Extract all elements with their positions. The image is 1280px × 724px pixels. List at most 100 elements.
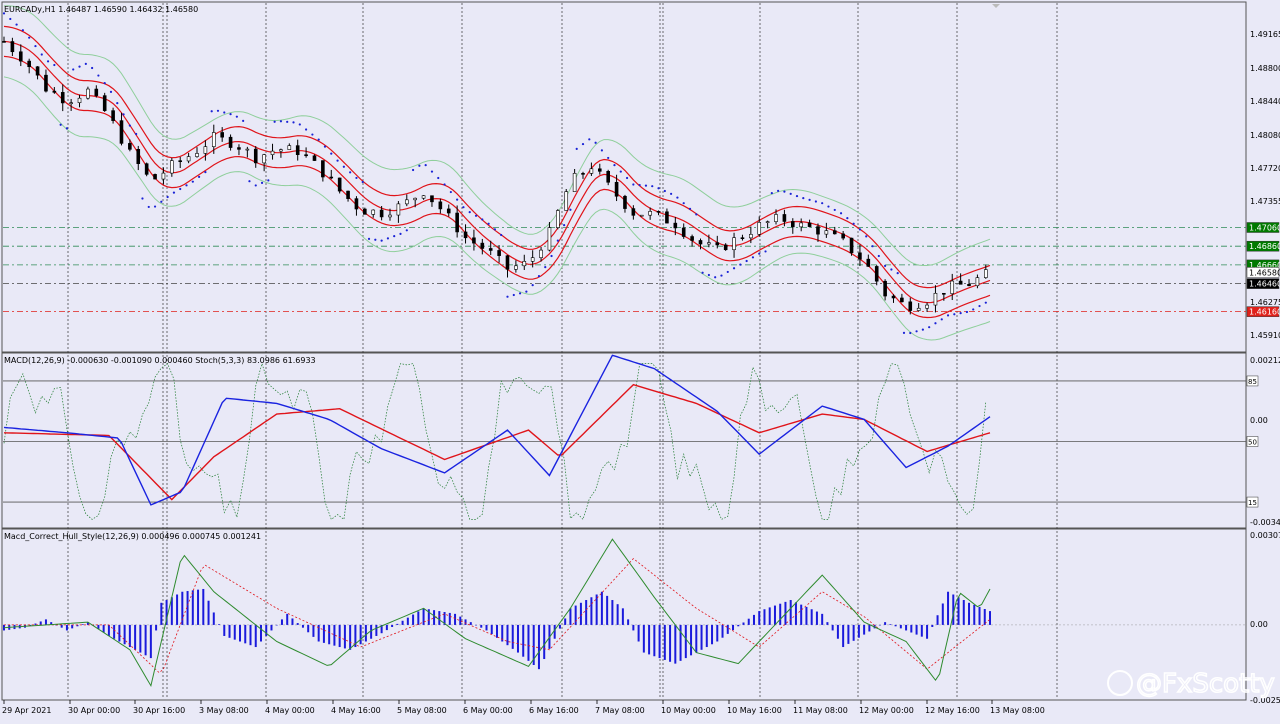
sar-dot <box>644 184 648 187</box>
histogram-bar <box>202 588 205 625</box>
main-y-tick: 1.48080 <box>1250 131 1280 140</box>
histogram-bar <box>836 624 839 639</box>
sar-dot <box>304 128 308 131</box>
histogram-bar <box>758 611 761 625</box>
histogram-bar <box>747 618 750 625</box>
histogram-bar <box>506 624 509 646</box>
sar-dot <box>9 17 12 21</box>
x-tick-label: 10 May 00:00 <box>661 706 716 715</box>
sar-dot <box>512 293 515 297</box>
candle-body <box>270 150 275 155</box>
sar-dot <box>852 222 855 225</box>
sar-dot <box>317 138 320 141</box>
sar-dot <box>563 224 566 227</box>
main-y-tick: 1.47720 <box>1250 164 1280 173</box>
sar-dot <box>877 254 880 258</box>
candle-body <box>262 154 266 164</box>
histogram-bar <box>737 624 740 627</box>
sar-dot <box>160 200 163 203</box>
histogram-bar <box>275 624 278 626</box>
sar-dot <box>493 228 497 231</box>
sar-dot <box>657 187 660 190</box>
hull-y-tick: 0.003071 <box>1250 531 1280 540</box>
candle-body <box>10 41 15 53</box>
sar-dot <box>795 194 799 198</box>
histogram-bar <box>590 597 593 625</box>
sar-dot <box>122 113 125 116</box>
sar-dot <box>116 102 119 105</box>
sar-dot <box>65 127 69 130</box>
candle-body <box>287 145 292 150</box>
sar-dot <box>518 292 522 295</box>
sar-dot <box>216 109 220 112</box>
sar-dot <box>953 313 956 316</box>
histogram-bar <box>894 624 897 627</box>
histogram-bar <box>511 624 514 649</box>
price-tag-label: 1.46160 <box>1249 308 1280 317</box>
histogram-bar <box>454 613 457 625</box>
candle-body <box>186 156 191 162</box>
candle-body <box>312 155 317 161</box>
sar-dot <box>632 183 635 186</box>
sar-dot <box>758 252 761 255</box>
histogram-bar <box>810 609 813 625</box>
main-y-tick: 1.48440 <box>1250 97 1280 106</box>
histogram-bar <box>322 624 325 643</box>
sar-dot <box>474 214 478 217</box>
candle-body <box>824 230 829 235</box>
candle-body <box>556 210 560 228</box>
histogram-bar <box>768 607 771 625</box>
histogram-bar <box>800 604 803 625</box>
histogram-bar <box>191 590 194 625</box>
sar-dot <box>531 284 534 287</box>
histogram-bar <box>642 624 645 653</box>
x-tick-label: 11 May 08:00 <box>793 706 848 715</box>
candle-body <box>807 222 812 227</box>
candle-body <box>136 149 141 164</box>
histogram-bar <box>606 595 609 625</box>
sar-dot <box>500 233 503 237</box>
candle-body <box>18 51 23 62</box>
candle-body <box>446 208 451 214</box>
sar-dot <box>808 198 811 201</box>
candle-body <box>253 148 258 164</box>
candle-body <box>656 211 661 213</box>
histogram-bar <box>118 624 121 642</box>
histogram-bar <box>884 622 887 625</box>
sar-dot <box>695 213 698 216</box>
candle-body <box>438 201 443 210</box>
candle-body <box>967 284 971 287</box>
candle-body <box>782 214 787 222</box>
sar-dot <box>292 121 295 124</box>
candle-body <box>732 237 736 251</box>
candle-body <box>597 168 602 172</box>
sar-dot <box>15 23 18 26</box>
price-tag-label: 1.46860 <box>1249 242 1280 251</box>
histogram-bar <box>968 602 971 625</box>
histogram-bar <box>149 624 152 659</box>
sar-dot <box>701 271 704 274</box>
histogram-bar <box>522 624 525 657</box>
sar-dot <box>934 322 937 325</box>
histogram-bar <box>448 612 451 625</box>
x-tick-label: 4 May 00:00 <box>265 706 315 715</box>
histogram-bar <box>564 618 567 625</box>
sar-dot <box>537 275 541 278</box>
candle-body <box>195 153 199 157</box>
candle-body <box>723 244 728 251</box>
sar-dot <box>625 176 629 180</box>
candle-body <box>388 214 392 218</box>
main-y-tick: 1.49165 <box>1250 30 1280 39</box>
histogram-bar <box>312 624 315 637</box>
histogram-bar <box>406 617 409 625</box>
histogram-bar <box>270 624 273 631</box>
histogram-bar <box>176 594 179 625</box>
sar-dot <box>569 208 572 211</box>
hull-y-tick: 0.00 <box>1250 620 1268 629</box>
candle-body <box>228 136 233 148</box>
histogram-bar <box>480 624 483 628</box>
sar-dot <box>135 132 138 136</box>
histogram-bar <box>364 624 367 642</box>
histogram-bar <box>878 624 881 626</box>
sar-dot <box>462 206 465 209</box>
